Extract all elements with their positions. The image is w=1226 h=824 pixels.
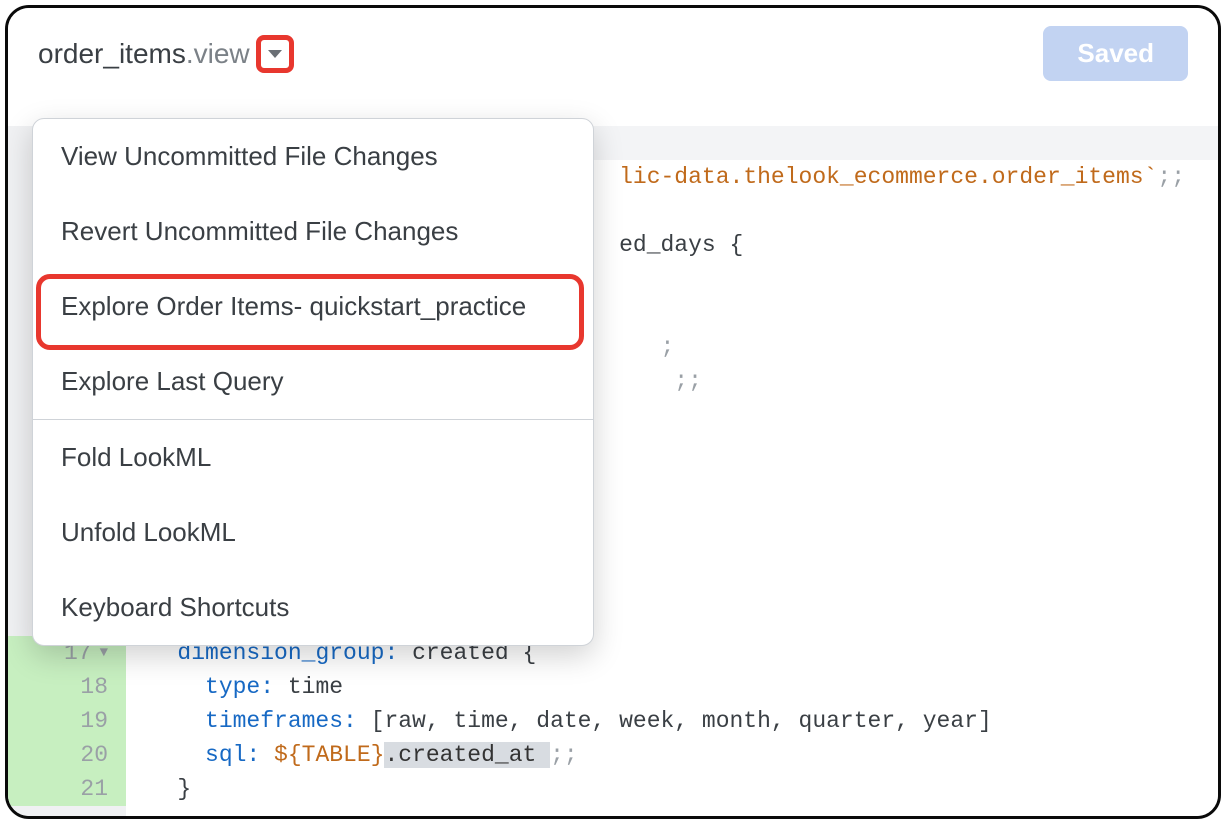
app-window: order_items.view Saved 17▼ 18 [5,5,1221,819]
filename-base: order_items [38,38,186,69]
line-number: 19 [80,704,108,738]
menu-fold-lookml[interactable]: Fold LookML [33,420,593,495]
file-menu-trigger[interactable] [256,35,294,73]
code-line: type: time [126,670,1218,704]
menu-explore-order-items[interactable]: Explore Order Items- quickstart_practice [33,269,593,344]
menu-unfold-lookml[interactable]: Unfold LookML [33,495,593,570]
line-number: 18 [80,670,108,704]
menu-view-uncommitted[interactable]: View Uncommitted File Changes [33,119,593,194]
saved-button[interactable]: Saved [1043,26,1188,81]
code-line: timeframes: [raw, time, date, week, mont… [126,704,1218,738]
file-tab[interactable]: order_items.view [38,35,294,73]
file-name: order_items.view [38,38,250,70]
code-line: sql: ${TABLE}.created_at ;; [126,738,1218,772]
line-number: 21 [80,772,108,806]
menu-explore-last-query[interactable]: Explore Last Query [33,344,593,419]
menu-revert-uncommitted[interactable]: Revert Uncommitted File Changes [33,194,593,269]
file-dropdown-menu: View Uncommitted File Changes Revert Unc… [32,118,594,646]
chevron-down-icon [268,50,282,58]
top-bar: order_items.view Saved [8,8,1218,99]
code-line: } [126,772,1218,806]
menu-keyboard-shortcuts[interactable]: Keyboard Shortcuts [33,570,593,645]
line-number: 20 [80,738,108,772]
filename-ext: .view [186,38,250,69]
